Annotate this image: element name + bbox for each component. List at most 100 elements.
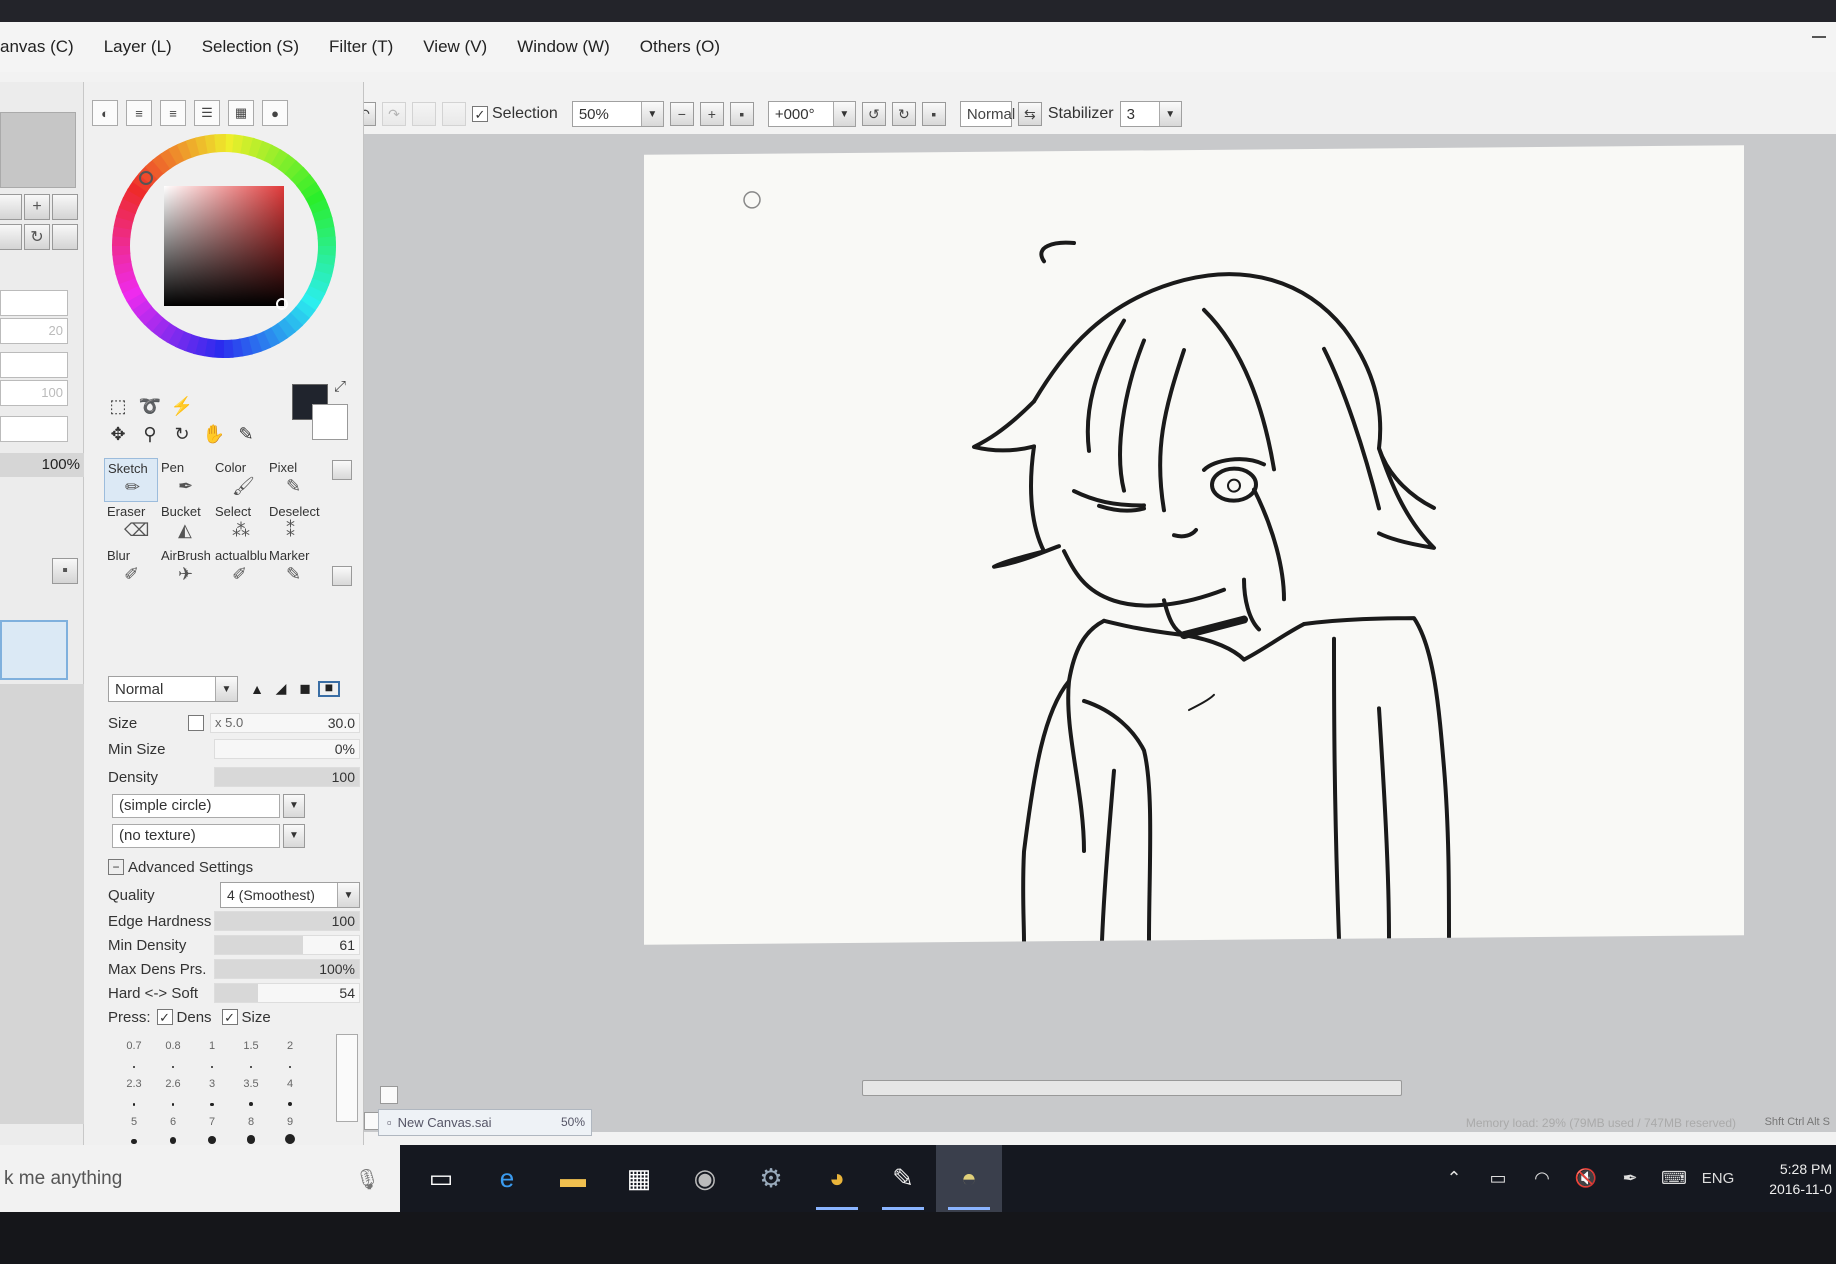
brush-mode-select[interactable]: Normal ▼ [108, 676, 238, 702]
brush-size-preset[interactable]: 2 [268, 1040, 312, 1068]
brush-size-preset[interactable]: 5 [112, 1116, 156, 1144]
new-layer-button[interactable]: + [24, 194, 50, 220]
brush-marker[interactable]: Marker ✎ [266, 546, 320, 590]
brush-size-preset[interactable]: 1 [190, 1040, 234, 1068]
swatches-tab[interactable]: ▦ [228, 100, 254, 126]
pen-icon[interactable]: ✒ [1608, 1168, 1652, 1189]
layer-btn-e[interactable]: ↻ [24, 224, 50, 250]
tip-shape-4[interactable]: ■ [318, 679, 340, 697]
rotate-left-button[interactable]: ↺ [861, 102, 886, 126]
selected-layer[interactable] [0, 620, 68, 680]
brush-size-preset[interactable]: 1.5 [229, 1040, 273, 1068]
volume-muted-icon[interactable]: 🔇 [1564, 1168, 1608, 1189]
edge-icon[interactable]: e [474, 1145, 540, 1212]
grid-scroll-up[interactable] [332, 460, 352, 480]
layer-field-d[interactable] [0, 416, 68, 442]
eyedropper-tool[interactable]: ✎ [232, 422, 260, 446]
min-size-slider[interactable]: 0% [214, 739, 360, 759]
min-density-slider[interactable]: 61 [214, 935, 360, 955]
blend-mode-select[interactable]: Normal [959, 101, 1015, 127]
selection-toggle[interactable]: ✓ Selection [472, 105, 558, 123]
menu-others[interactable]: Others (O) [640, 37, 720, 57]
brush-actualblu[interactable]: actualblu ✐ [212, 546, 267, 590]
menu-view[interactable]: View (V) [423, 37, 487, 57]
brush-size-preset[interactable]: 8 [229, 1116, 273, 1144]
layer-opacity[interactable]: 100% [0, 453, 84, 477]
store-icon[interactable]: ▦ [606, 1145, 672, 1212]
horizontal-scrollbar[interactable] [862, 1080, 1402, 1096]
swap-colors-icon[interactable]: ⤢ [334, 378, 346, 395]
brush-size-preset[interactable]: 6 [151, 1116, 195, 1144]
document-tab[interactable]: ▫ New Canvas.sai 50% [378, 1108, 592, 1136]
cortana-search[interactable]: k me anything 🎙 [0, 1145, 400, 1212]
selection-checkbox[interactable]: ✓ [472, 106, 488, 122]
zoom-reset-button[interactable]: ▪ [729, 102, 754, 126]
brush-size-preset[interactable]: 4 [268, 1078, 312, 1106]
workspace-scroll-button[interactable] [380, 1086, 398, 1104]
rotation-select[interactable]: +000° ▼ [767, 101, 856, 127]
stabilizer-select[interactable]: 3 ▼ [1119, 101, 1182, 127]
layer-field-c[interactable] [0, 352, 68, 378]
sai-canvas-icon[interactable]: ◓ [936, 1145, 1002, 1212]
brush-size-preset[interactable]: 3 [190, 1078, 234, 1106]
minimize-button[interactable] [1812, 36, 1826, 38]
chevron-up-icon[interactable]: ⌃ [1432, 1168, 1476, 1189]
zoom-in-button[interactable]: + [699, 102, 724, 126]
move-tool[interactable]: ✥ [104, 422, 132, 446]
edge-hardness-slider[interactable]: 100 [214, 911, 360, 931]
drawing-canvas[interactable] [644, 145, 1744, 945]
brush-pixel[interactable]: Pixel ✎ [266, 458, 320, 502]
layer-btn-f[interactable] [52, 224, 78, 250]
brush-size-scrollbar[interactable] [336, 1034, 358, 1122]
size-slider[interactable]: x 5.0 30.0 [210, 713, 360, 733]
brush-size-preset[interactable]: 0.8 [151, 1040, 195, 1068]
max-dens-slider[interactable]: 100% [214, 959, 360, 979]
mixer-tab[interactable]: ☰ [194, 100, 220, 126]
advanced-settings-header[interactable]: − Advanced Settings [108, 856, 360, 878]
brush-size-preset[interactable]: 3.5 [229, 1078, 273, 1106]
zoom-select[interactable]: 50% ▼ [571, 101, 664, 127]
battery-icon[interactable]: ▭ [1476, 1168, 1520, 1189]
brush-size-preset[interactable]: 0.7 [112, 1040, 156, 1068]
quality-select[interactable]: 4 (Smoothest) ▼ [220, 882, 360, 908]
brush-select[interactable]: Select ⁂ [212, 502, 266, 546]
tip-shape-3[interactable]: ◼ [294, 680, 316, 697]
layer-field-a[interactable]: 20 [0, 318, 68, 344]
brush-size-preset[interactable]: 7 [190, 1116, 234, 1144]
magic-wand-tool[interactable]: ⚡ [168, 394, 196, 418]
menu-selection[interactable]: Selection (S) [202, 37, 299, 57]
press-size-checkbox[interactable]: ✓ [221, 1009, 238, 1025]
grid-scroll-down[interactable] [332, 566, 352, 586]
flip-button[interactable]: ⇆ [1017, 102, 1042, 126]
keyboard-icon[interactable]: ⌨ [1652, 1168, 1696, 1189]
layer-mode-field[interactable] [0, 290, 68, 316]
steam-icon[interactable]: ⚙ [738, 1145, 804, 1212]
brush-pen[interactable]: Pen ✒ [158, 458, 212, 502]
brush-sketch[interactable]: Sketch ✏ [104, 458, 158, 502]
scratchpad-tab[interactable]: ● [262, 100, 288, 126]
rotate-reset-button[interactable]: ▪ [921, 102, 946, 126]
brush-deselect[interactable]: Deselect ⁑ [266, 502, 320, 546]
lasso-tool[interactable]: ➰ [136, 394, 164, 418]
brush-size-preset[interactable]: 2.6 [151, 1078, 195, 1106]
menu-layer[interactable]: Layer (L) [104, 37, 172, 57]
brush-airbrush[interactable]: AirBrush ✈ [158, 546, 212, 590]
rect-select-tool[interactable]: ⬚ [104, 394, 132, 418]
color-wheel[interactable] [106, 128, 342, 364]
layer-btn-d[interactable] [0, 224, 22, 250]
tip-shape-1[interactable]: ▲ [246, 681, 268, 697]
zoom-tool[interactable]: ⚲ [136, 422, 164, 446]
layer-lock-button[interactable]: ▪ [52, 558, 78, 584]
deselect-button[interactable] [412, 102, 436, 126]
task-view-icon[interactable]: ▭ [408, 1145, 474, 1212]
zoom-out-button[interactable]: − [669, 102, 694, 126]
language-indicator[interactable]: ENG [1696, 1170, 1740, 1187]
asus-icon[interactable]: ◉ [672, 1145, 738, 1212]
hand-tool[interactable]: ✋ [200, 422, 228, 446]
brush-color[interactable]: Color 🖌 [212, 458, 266, 502]
brush-grid-scrollbar[interactable] [332, 460, 352, 590]
hard-soft-slider[interactable]: 54 [214, 983, 360, 1003]
microphone-icon[interactable]: 🎙 [355, 1167, 380, 1192]
menu-filter[interactable]: Filter (T) [329, 37, 393, 57]
density-slider[interactable]: 100 [214, 767, 360, 787]
